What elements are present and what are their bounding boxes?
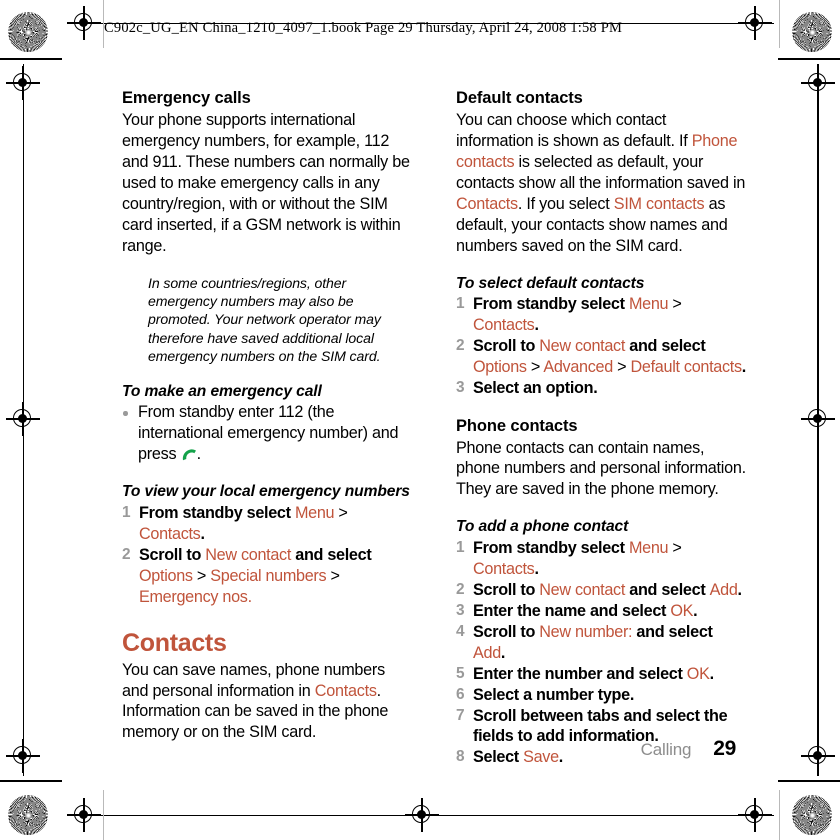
ui-term: New contact [205,545,292,564]
ui-term: New number: [539,622,633,641]
heading-contacts: Contacts [122,628,227,657]
ui-term: Contacts [456,194,518,213]
text-run: Select an option. [473,378,598,397]
call-icon [181,448,197,461]
text-run: Select [473,748,524,767]
ui-term: Menu [628,294,669,313]
heading-to-select-default-contacts: To select default contacts [456,274,645,292]
text-run: . [737,580,743,599]
ui-term: Options [473,357,527,376]
text-run: . [534,315,539,334]
ui-term: New contact [539,580,626,599]
ui-term: Options [139,566,193,585]
heading-to-add-a-phone-contact: To add a phone contact [456,518,629,536]
ui-term: Default contacts [630,357,743,376]
text-run: . [534,559,539,578]
ui-term: Contacts [473,559,535,578]
ui-term: OK [670,601,694,620]
step-item: Select a number type. [456,685,746,706]
step-item: Enter the number and select OK. [456,664,746,685]
heading-default-contacts: Default contacts [456,89,583,107]
step-item: Scroll to New contact and select Add. [456,580,746,601]
ui-term: Menu [294,503,335,522]
ui-term: OK [686,664,710,683]
step-list-view-local-numbers: From standby select Menu > Contacts. Scro… [122,503,412,608]
text-run: Scroll to [139,545,206,564]
text-run: and select [291,545,372,564]
paragraph-contacts: You can save names, phone numbers and pe… [122,660,412,744]
text-run: . [741,357,747,376]
ui-term: SIM contacts [613,194,705,213]
separator: > [192,566,211,585]
text-run: You can choose which contact information… [456,110,692,150]
text-run: and select [625,336,706,355]
text-run: From standby select [139,503,295,522]
separator: > [326,566,340,585]
contacts-ui-term: Contacts [314,681,377,700]
step-item: Scroll to New number: and select Add. [456,622,746,664]
separator: > [612,357,631,376]
step-item: From standby select Menu > Contacts. [456,538,746,580]
separator: > [668,538,682,557]
step-item: From standby select Menu > Contacts. [122,503,412,545]
bullet-text-prefix: From standby enter 112 (the internationa… [138,403,399,464]
text-run: Enter the number and select [473,664,687,683]
text-run: and select [625,580,710,599]
heading-phone-contacts: Phone contacts [456,416,578,435]
ui-term: Menu [628,538,669,557]
ui-term: Add [473,643,501,662]
list-item: From standby enter 112 (the internationa… [122,402,412,465]
ui-term: Advanced [543,357,613,376]
ui-term: Contacts [139,524,201,543]
paragraph-default-contacts: You can choose which contact information… [456,110,746,257]
separator: > [334,503,348,522]
text-run: . [500,643,506,662]
footer-chapter-name: Calling [640,740,692,759]
step-item: Enter the name and select OK. [456,601,746,622]
page-footer: Calling 29 [640,737,737,761]
paragraph-emergency-calls: Your phone supports international emerge… [122,110,410,255]
text-run: . [709,664,715,683]
ui-term: Special numbers [210,566,327,585]
ui-term: Add [709,580,738,599]
text-run: . [200,524,205,543]
step-item: Scroll to New contact and select Options… [122,545,412,608]
bullet-text-suffix: . [196,445,202,464]
manual-page: Emergency calls Your phone supports inte… [0,0,840,840]
bullet-list-make-emergency-call: From standby enter 112 (the internationa… [122,402,412,465]
ui-term: New contact [539,336,626,355]
text-run: . If you select [517,194,614,213]
text-run: Select a number type. [473,685,635,704]
text-run: and select [632,622,713,641]
text-run: Scroll to [473,336,540,355]
text-run: . [693,601,698,620]
left-column: Emergency calls Your phone supports inte… [122,88,412,743]
heading-to-view-local-emergency-numbers: To view your local emergency numbers [122,483,410,501]
text-run: Scroll to [473,580,540,599]
text-run: . [558,748,564,767]
text-run: Enter the name and select [473,601,671,620]
text-run: From standby select [473,538,629,557]
heading-to-make-an-emergency-call: To make an emergency call [122,383,322,401]
note-emergency-numbers: In some countries/regions, other emergen… [122,274,412,366]
text-run: From standby select [473,294,629,313]
text-run: Scroll to [473,622,540,641]
step-item: Scroll to New contact and select Options… [456,336,746,378]
heading-emergency-calls: Emergency calls [122,89,251,107]
ui-term: Save [523,748,559,767]
ui-term: Contacts [473,315,535,334]
ui-term: Emergency nos. [139,587,252,606]
step-item: From standby select Menu > Contacts. [456,294,746,336]
note-text: In some countries/regions, other emergen… [148,274,381,364]
paragraph-phone-contacts: Phone contacts can contain names, phone … [456,438,746,499]
separator: > [526,357,544,376]
separator: > [668,294,682,313]
step-list-add-phone-contact: From standby select Menu > Contacts. Scro… [456,538,746,769]
step-item: Select an option. [456,378,746,399]
right-column: Default contacts You can choose which co… [456,88,746,768]
footer-page-number: 29 [713,737,736,760]
step-list-select-default-contacts: From standby select Menu > Contacts. Scro… [456,294,746,399]
